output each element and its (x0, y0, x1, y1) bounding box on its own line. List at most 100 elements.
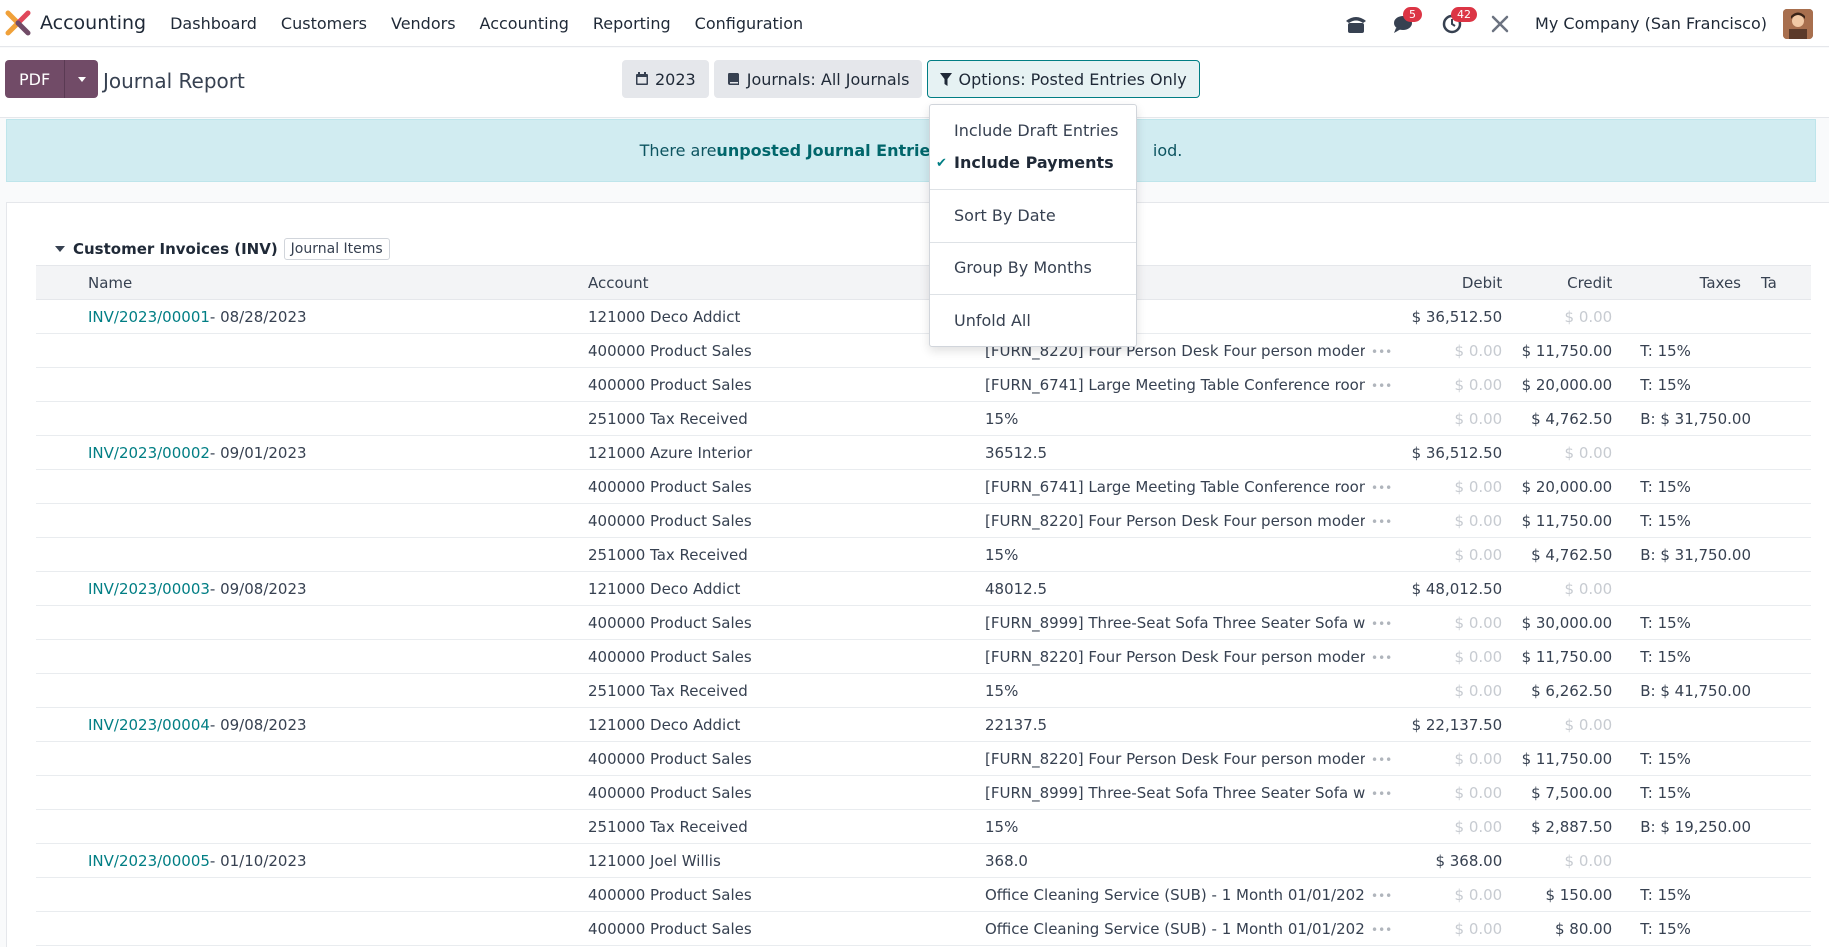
tax-grid-cell (1751, 435, 1811, 470)
label-cell: 48012.5 (959, 571, 1393, 606)
more-icon[interactable]: ••• (1371, 481, 1392, 495)
account-cell[interactable]: 251000 Tax Received (562, 537, 959, 572)
option-include-draft-entries[interactable]: Include Draft Entries (954, 121, 1118, 140)
taxes-cell: B: $ 41,750.00 (1612, 673, 1751, 708)
move-link[interactable]: INV/2023/00003 (88, 580, 210, 598)
option-unfold-all[interactable]: Unfold All (954, 311, 1031, 330)
taxes-cell (1612, 571, 1751, 606)
table-row[interactable]: 251000 Tax Received 15% $ 0.00 $ 4,762.50 B:… (36, 401, 1811, 436)
taxes-cell: T: 15% (1612, 877, 1751, 912)
tax-grid-cell (1751, 571, 1811, 606)
table-row[interactable]: 400000 Product Sales [FURN_8220] Four Per… (36, 333, 1811, 368)
table-row[interactable]: 400000 Product Sales [FURN_6741] Large Me… (36, 469, 1811, 504)
table-row[interactable]: 400000 Product Sales [FURN_8999] Three-Se… (36, 775, 1811, 810)
account-cell[interactable]: 400000 Product Sales (562, 877, 959, 912)
line-label: [FURN_8220] Four Person Desk Four person… (985, 647, 1365, 666)
table-row[interactable]: 400000 Product Sales [FURN_6741] Large Me… (36, 367, 1811, 402)
more-icon[interactable]: ••• (1371, 515, 1392, 529)
credit-cell: $ 80.00 (1502, 911, 1613, 946)
account-cell[interactable]: 400000 Product Sales (562, 775, 959, 810)
debit-cell: $ 36,512.50 (1392, 299, 1503, 334)
user-avatar[interactable] (1783, 8, 1813, 39)
menu-item-accounting[interactable]: Accounting (468, 14, 581, 33)
journal-items-button[interactable]: Journal Items (283, 238, 390, 260)
debit-cell: $ 0.00 (1392, 809, 1503, 844)
account-cell[interactable]: 400000 Product Sales (562, 469, 959, 504)
move-link[interactable]: INV/2023/00002 (88, 444, 210, 462)
tax-grid-cell (1751, 741, 1811, 776)
table-row[interactable]: 400000 Product Sales [FURN_8220] Four Per… (36, 741, 1811, 776)
phone-icon[interactable] (1343, 11, 1369, 37)
option-group-by-months[interactable]: Group By Months (954, 258, 1092, 277)
more-icon[interactable]: ••• (1371, 787, 1392, 801)
account-cell[interactable]: 121000 Deco Addict (562, 571, 959, 606)
pdf-dropdown-toggle[interactable] (64, 60, 99, 98)
table-row[interactable]: INV/2023/00005- 01/10/2023 121000 Joel Wi… (36, 843, 1811, 878)
journals-filter-button[interactable]: Journals: All Journals (713, 60, 923, 98)
account-cell[interactable]: 400000 Product Sales (562, 911, 959, 946)
options-filter-button[interactable]: Options: Posted Entries Only (927, 60, 1200, 98)
account-cell[interactable]: 400000 Product Sales (562, 367, 959, 402)
unposted-entries-link[interactable]: unposted Journal Entries (716, 141, 939, 160)
table-row[interactable]: 400000 Product Sales Office Cleaning Serv… (36, 877, 1811, 912)
more-icon[interactable]: ••• (1371, 617, 1392, 631)
more-icon[interactable]: ••• (1371, 379, 1392, 393)
table-row[interactable]: 400000 Product Sales [FURN_8220] Four Per… (36, 639, 1811, 674)
table-row[interactable]: INV/2023/00002- 09/01/2023 121000 Azure I… (36, 435, 1811, 470)
table-row[interactable]: 400000 Product Sales Office Cleaning Serv… (36, 911, 1811, 946)
menu-item-dashboard[interactable]: Dashboard (158, 14, 269, 33)
tools-icon[interactable] (1487, 11, 1513, 37)
account-cell[interactable]: 400000 Product Sales (562, 605, 959, 640)
account-cell[interactable]: 121000 Deco Addict (562, 707, 959, 742)
more-icon[interactable]: ••• (1371, 753, 1392, 767)
line-label: Office Cleaning Service (SUB) - 1 Month … (985, 919, 1365, 938)
pdf-button[interactable]: PDF (5, 60, 65, 98)
account-cell[interactable]: 121000 Azure Interior (562, 435, 959, 470)
chat-icon[interactable]: 5 (1391, 6, 1423, 37)
date-filter-button[interactable]: 2023 (622, 60, 709, 98)
menu-item-customers[interactable]: Customers (269, 14, 379, 33)
move-link[interactable]: INV/2023/00001 (88, 308, 210, 326)
account-cell[interactable]: 400000 Product Sales (562, 333, 959, 368)
table-row[interactable]: 251000 Tax Received 15% $ 0.00 $ 4,762.50 B:… (36, 537, 1811, 572)
column-header-account: Account (562, 265, 959, 300)
account-cell[interactable]: 251000 Tax Received (562, 809, 959, 844)
menu-item-vendors[interactable]: Vendors (379, 14, 468, 33)
account-cell[interactable]: 400000 Product Sales (562, 503, 959, 538)
move-link[interactable]: INV/2023/00005 (88, 852, 210, 870)
clock-icon[interactable]: 42 (1439, 6, 1478, 37)
line-label: 15% (985, 409, 1019, 428)
account-cell[interactable]: 251000 Tax Received (562, 673, 959, 708)
table-row[interactable]: 251000 Tax Received 15% $ 0.00 $ 2,887.50 B:… (36, 809, 1811, 844)
company-switcher[interactable]: My Company (San Francisco) (1535, 14, 1767, 33)
label-cell: [FURN_8999] Three-Seat Sofa Three Seater… (959, 775, 1393, 810)
more-icon[interactable]: ••• (1371, 889, 1392, 903)
option-include-payments[interactable]: Include Payments (954, 153, 1114, 172)
app-logo-icon[interactable] (4, 9, 32, 37)
option-sort-by-date[interactable]: Sort By Date (954, 206, 1056, 225)
more-icon[interactable]: ••• (1371, 345, 1392, 359)
table-row[interactable]: 251000 Tax Received 15% $ 0.00 $ 6,262.50 B:… (36, 673, 1811, 708)
table-row[interactable]: INV/2023/00004- 09/08/2023 121000 Deco Ad… (36, 707, 1811, 742)
account-cell[interactable]: 251000 Tax Received (562, 401, 959, 436)
move-link[interactable]: INV/2023/00004 (88, 716, 210, 734)
taxes-cell: T: 15% (1612, 605, 1751, 640)
account-cell[interactable]: 121000 Joel Willis (562, 843, 959, 878)
app-name[interactable]: Accounting (40, 12, 146, 34)
more-icon[interactable]: ••• (1371, 651, 1392, 665)
more-icon[interactable]: ••• (1371, 923, 1392, 937)
account-cell[interactable]: 400000 Product Sales (562, 741, 959, 776)
journal-section-header: Customer Invoices (INV) Journal Items (55, 238, 390, 260)
account-cell[interactable]: 121000 Deco Addict (562, 299, 959, 334)
menu-item-reporting[interactable]: Reporting (581, 14, 683, 33)
move-date: - 09/08/2023 (209, 579, 307, 598)
table-row[interactable]: 400000 Product Sales [FURN_8220] Four Per… (36, 503, 1811, 538)
journal-name[interactable]: Customer Invoices (INV) (73, 240, 278, 258)
table-row[interactable]: 400000 Product Sales [FURN_8999] Three-Se… (36, 605, 1811, 640)
entry-name-cell (36, 911, 562, 946)
caret-down-icon[interactable] (55, 246, 65, 252)
table-row[interactable]: INV/2023/00003- 09/08/2023 121000 Deco Ad… (36, 571, 1811, 606)
table-row[interactable]: INV/2023/00001- 08/28/2023 121000 Deco Ad… (36, 299, 1811, 334)
account-cell[interactable]: 400000 Product Sales (562, 639, 959, 674)
menu-item-configuration[interactable]: Configuration (683, 14, 816, 33)
